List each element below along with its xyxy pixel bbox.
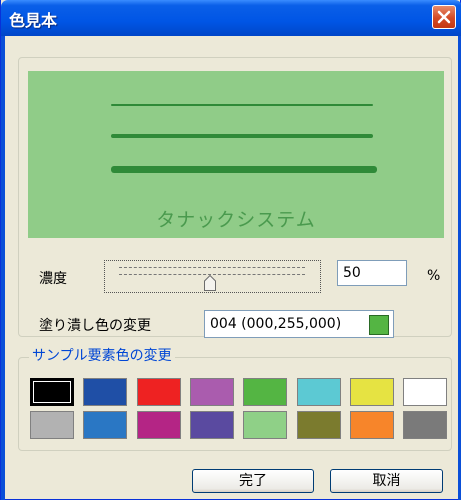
preview-line-medium xyxy=(111,134,373,138)
close-button[interactable] xyxy=(432,5,456,29)
color-swatch[interactable] xyxy=(83,411,127,439)
density-slider[interactable] xyxy=(104,260,321,293)
color-swatch[interactable] xyxy=(137,378,181,406)
slider-track xyxy=(119,267,305,275)
color-swatch[interactable] xyxy=(190,411,234,439)
current-fill-swatch[interactable] xyxy=(369,315,389,335)
sample-section-title: サンプル要素色の変更 xyxy=(29,345,175,365)
color-swatch[interactable] xyxy=(190,378,234,406)
color-swatch[interactable] xyxy=(83,378,127,406)
color-sample-dialog: 色見本 タナックシステム 濃度 50 % 塗り潰し色の変更 004 (000,2… xyxy=(0,0,461,500)
window-title: 色見本 xyxy=(9,11,58,30)
density-unit: % xyxy=(427,268,441,284)
color-swatch[interactable] xyxy=(297,411,341,439)
color-swatch[interactable] xyxy=(403,378,447,406)
color-preview: タナックシステム xyxy=(28,71,444,238)
density-input[interactable]: 50 xyxy=(337,260,407,286)
preview-line-thin xyxy=(111,104,373,106)
color-swatch[interactable] xyxy=(350,411,394,439)
color-swatch[interactable] xyxy=(243,378,287,406)
preview-caption: タナックシステム xyxy=(156,209,316,231)
color-swatch[interactable] xyxy=(403,411,447,439)
title-bar[interactable]: 色見本 xyxy=(1,0,461,36)
cancel-button[interactable]: 取消 xyxy=(330,469,443,493)
slider-thumb-icon[interactable] xyxy=(204,275,216,291)
change-fill-label: 塗り潰し色の変更 xyxy=(39,318,151,334)
preview-line-thick xyxy=(111,166,377,173)
ok-button[interactable]: 完了 xyxy=(192,469,314,493)
color-swatch[interactable] xyxy=(30,411,74,439)
color-swatch[interactable] xyxy=(137,411,181,439)
density-label: 濃度 xyxy=(39,271,67,287)
color-swatch[interactable] xyxy=(350,378,394,406)
window-frame-left xyxy=(1,36,5,500)
color-swatch[interactable] xyxy=(243,411,287,439)
color-swatch[interactable] xyxy=(297,378,341,406)
close-icon xyxy=(437,10,451,24)
color-swatch[interactable] xyxy=(30,378,74,406)
fill-color-field[interactable]: 004 (000,255,000) xyxy=(204,310,394,338)
